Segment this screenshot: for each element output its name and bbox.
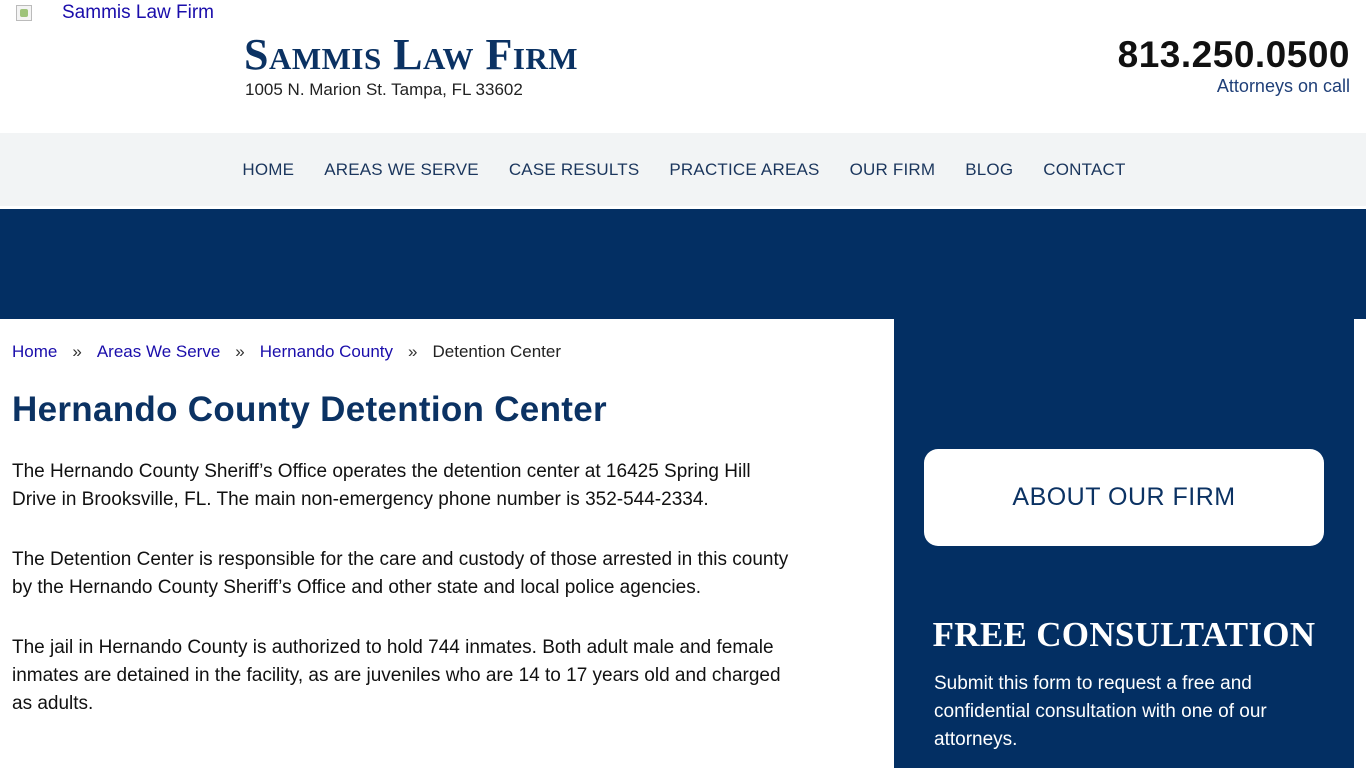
nav-item-contact[interactable]: CONTACT	[1028, 160, 1140, 180]
phone-number-link[interactable]: 813.250.0500	[1118, 34, 1350, 76]
breadcrumb-current: Detention Center	[432, 342, 562, 361]
breadcrumb-separator: »	[408, 342, 418, 361]
breadcrumb-link-home[interactable]: Home	[12, 342, 57, 362]
hero-banner	[0, 209, 1366, 319]
breadcrumb-separator: »	[235, 342, 245, 361]
nav-list: HOME AREAS WE SERVE CASE RESULTS PRACTIC…	[227, 160, 1140, 180]
brand-title[interactable]: Sammis Law Firm	[244, 30, 578, 80]
nav-item-areas-we-serve[interactable]: AREAS WE SERVE	[309, 160, 494, 180]
breadcrumb-link-areas-we-serve[interactable]: Areas We Serve	[97, 342, 220, 362]
sidebar: ABOUT OUR FIRM FREE CONSULTATION Submit …	[894, 319, 1354, 768]
breadcrumb-separator: »	[72, 342, 82, 361]
logo-alt-text: Sammis Law Firm	[62, 2, 215, 23]
nav-item-blog[interactable]: BLOG	[950, 160, 1028, 180]
article-paragraph: The Hernando County Sheriff’s Office ope…	[12, 461, 751, 510]
page: Sammis Law Firm Sammis Law Firm 1005 N. …	[0, 0, 1366, 768]
firm-address: 1005 N. Marion St. Tampa, FL 33602	[245, 80, 523, 99]
article-body: The Hernando County Sheriff’s Office ope…	[12, 458, 797, 750]
about-our-firm-button[interactable]: ABOUT OUR FIRM	[924, 449, 1324, 546]
nav-item-our-firm[interactable]: OUR FIRM	[835, 160, 951, 180]
article-paragraph: The jail in Hernando County is authorize…	[12, 637, 781, 714]
nav-item-home[interactable]: HOME	[227, 160, 309, 180]
consultation-text: Submit this form to request a free and c…	[934, 673, 1267, 750]
main-navigation: HOME AREAS WE SERVE CASE RESULTS PRACTIC…	[0, 133, 1366, 206]
consultation-title: FREE CONSULTATION	[932, 615, 1316, 654]
page-title: Hernando County Detention Center	[12, 390, 607, 429]
nav-item-case-results[interactable]: CASE RESULTS	[494, 160, 655, 180]
nav-item-practice-areas[interactable]: PRACTICE AREAS	[654, 160, 834, 180]
phone-caption: Attorneys on call	[1216, 76, 1350, 96]
breadcrumb-link-hernando-county[interactable]: Hernando County	[260, 342, 393, 362]
article-paragraph: The Detention Center is responsible for …	[12, 549, 789, 598]
breadcrumb: Home » Areas We Serve » Hernando County …	[12, 342, 561, 362]
broken-image-icon	[16, 5, 32, 21]
logo-image-link[interactable]: Sammis Law Firm	[16, 2, 214, 24]
